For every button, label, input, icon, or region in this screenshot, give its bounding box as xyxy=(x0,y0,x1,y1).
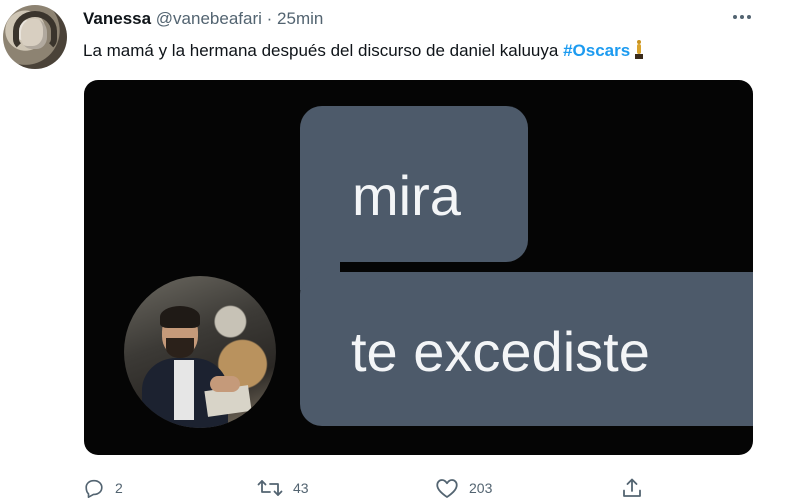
chat-bubble-top: mira xyxy=(300,106,528,262)
chat-bubble-top-text: mira xyxy=(352,164,461,227)
more-options-icon[interactable] xyxy=(728,6,756,28)
tweet-text: La mamá y la hermana después del discurs… xyxy=(83,40,644,62)
chat-bubble-bottom-text: te excediste xyxy=(351,320,650,383)
tweet-body-text: La mamá y la hermana después del discurs… xyxy=(83,41,564,60)
avatar-face xyxy=(21,19,47,49)
retweet-count: 43 xyxy=(293,480,309,496)
photo-person-hand xyxy=(210,376,240,392)
photo-person-hair xyxy=(160,306,200,328)
contact-photo xyxy=(124,276,276,428)
tweet-actions: 2 43 203 xyxy=(83,476,683,500)
photo-person-beard xyxy=(166,338,194,358)
author-handle[interactable]: @vanebeafari xyxy=(156,9,262,28)
tweet-header: Vanessa @vanebeafari · 25min xyxy=(83,8,323,30)
like-button[interactable]: 203 xyxy=(435,476,492,500)
share-icon xyxy=(623,478,641,497)
retweet-button[interactable]: 43 xyxy=(257,476,309,500)
oscar-statuette-icon xyxy=(634,40,644,60)
share-button[interactable] xyxy=(621,476,643,500)
chat-bubble-bottom: te excediste xyxy=(300,272,753,426)
separator-dot: · xyxy=(266,9,273,28)
more-dot xyxy=(740,15,744,19)
photo-person-shirt xyxy=(174,360,194,420)
reply-button[interactable]: 2 xyxy=(83,476,123,500)
heart-icon xyxy=(436,479,458,498)
retweet-icon xyxy=(257,480,283,496)
reply-count: 2 xyxy=(115,480,123,496)
like-count: 203 xyxy=(469,480,493,496)
more-dot xyxy=(733,15,737,19)
avatar[interactable] xyxy=(3,5,67,69)
more-dot xyxy=(747,15,751,19)
hashtag-link[interactable]: #Oscars xyxy=(563,41,630,60)
reply-icon xyxy=(85,479,103,498)
author-name[interactable]: Vanessa xyxy=(83,9,151,28)
tweet-media-image[interactable]: mira te excediste xyxy=(84,80,753,455)
timestamp[interactable]: 25min xyxy=(277,9,323,28)
